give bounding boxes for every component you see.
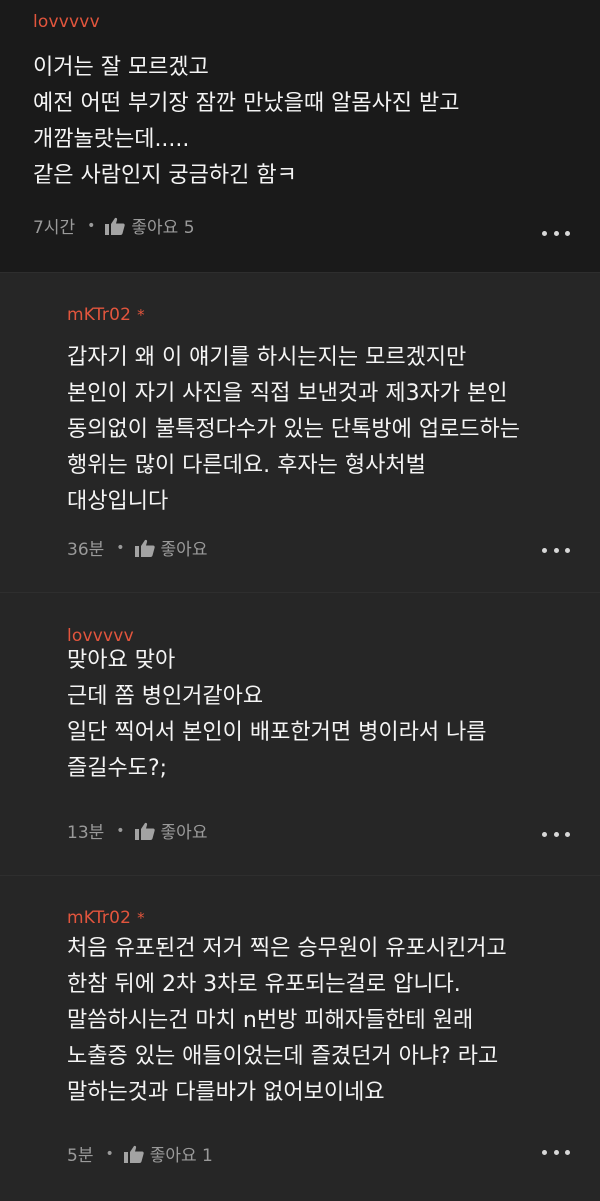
reply-comment: mKTr02 * 처음 유포된건 저거 찍은 승무원이 유포시킨거고 한참 뒤에 … [0,875,600,1201]
comment-meta: 7시간 • 좋아요 5 [33,213,195,238]
reply-comment: mKTr02 * 갑자기 왜 이 얘기를 하시는지는 모르겠지만 본인이 자기 사… [0,272,600,592]
like-label: 좋아요 1 [149,1146,213,1166]
thumbs-up-icon [105,217,126,235]
thumbs-up-icon [134,822,155,840]
more-horizontal-icon [542,547,547,553]
separator-dot: • [116,539,125,556]
comment-author[interactable]: lovvvvv [33,12,106,32]
comment-text: 갑자기 왜 이 얘기를 하시는지는 모르겠지만 본인이 자기 사진을 직접 보낸… [67,345,521,514]
comment-time: 36분 [67,540,105,560]
comment-thread: lovvvvv 이거는 잘 모르겠고 예전 어떤 부기장 잠깐 만났을때 알몸사… [0,0,600,1201]
author-badge: * [137,306,145,324]
more-horizontal-icon [542,1149,547,1155]
comment: lovvvvv 이거는 잘 모르겠고 예전 어떤 부기장 잠깐 만났을때 알몸사… [0,0,600,272]
like-button[interactable]: 좋아요 [134,535,208,560]
like-label: 좋아요 [160,823,208,843]
thumbs-up-icon [134,539,155,557]
separator-dot: • [87,217,96,234]
like-label: 좋아요 [160,540,208,560]
separator-dot: • [105,1145,114,1162]
more-options-button[interactable] [542,228,570,238]
comment-meta: 36분 • 좋아요 [67,535,207,560]
like-label: 좋아요 5 [131,218,195,238]
thumbs-up-icon [123,1145,144,1163]
comment-meta: 5분 • 좋아요 1 [67,1141,213,1166]
separator-dot: • [116,822,125,839]
more-options-button[interactable] [542,1147,570,1157]
comment-text: 처음 유포된건 저거 찍은 승무원이 유포시킨거고 한참 뒤에 2차 3차로 유… [67,936,507,1105]
like-button[interactable]: 좋아요 [134,818,208,843]
more-options-button[interactable] [542,829,570,839]
comment-time: 5분 [67,1146,94,1166]
comment-text: 이거는 잘 모르겠고 예전 어떤 부기장 잠깐 만났을때 알몸사진 받고 개깜놀… [33,55,460,188]
comment-meta: 13분 • 좋아요 [67,818,207,843]
comment-time: 7시간 [33,218,76,238]
comment-text: 맞아요 맞아 근데 쫌 병인거같아요 일단 찍어서 본인이 배포한거면 병이라서… [67,648,487,781]
comment-time: 13분 [67,823,105,843]
comment-author[interactable]: mKTr02 * [67,305,145,325]
comment-author[interactable]: mKTr02 * [67,908,145,928]
author-badge: * [137,909,145,927]
more-options-button[interactable] [542,545,570,555]
reply-comment: lovvvvv 맞아요 맞아 근데 쫌 병인거같아요 일단 찍어서 본인이 배포… [0,592,600,875]
like-button[interactable]: 좋아요 1 [123,1141,213,1166]
like-button[interactable]: 좋아요 5 [105,213,195,238]
more-horizontal-icon [542,230,547,236]
more-horizontal-icon [542,831,547,837]
